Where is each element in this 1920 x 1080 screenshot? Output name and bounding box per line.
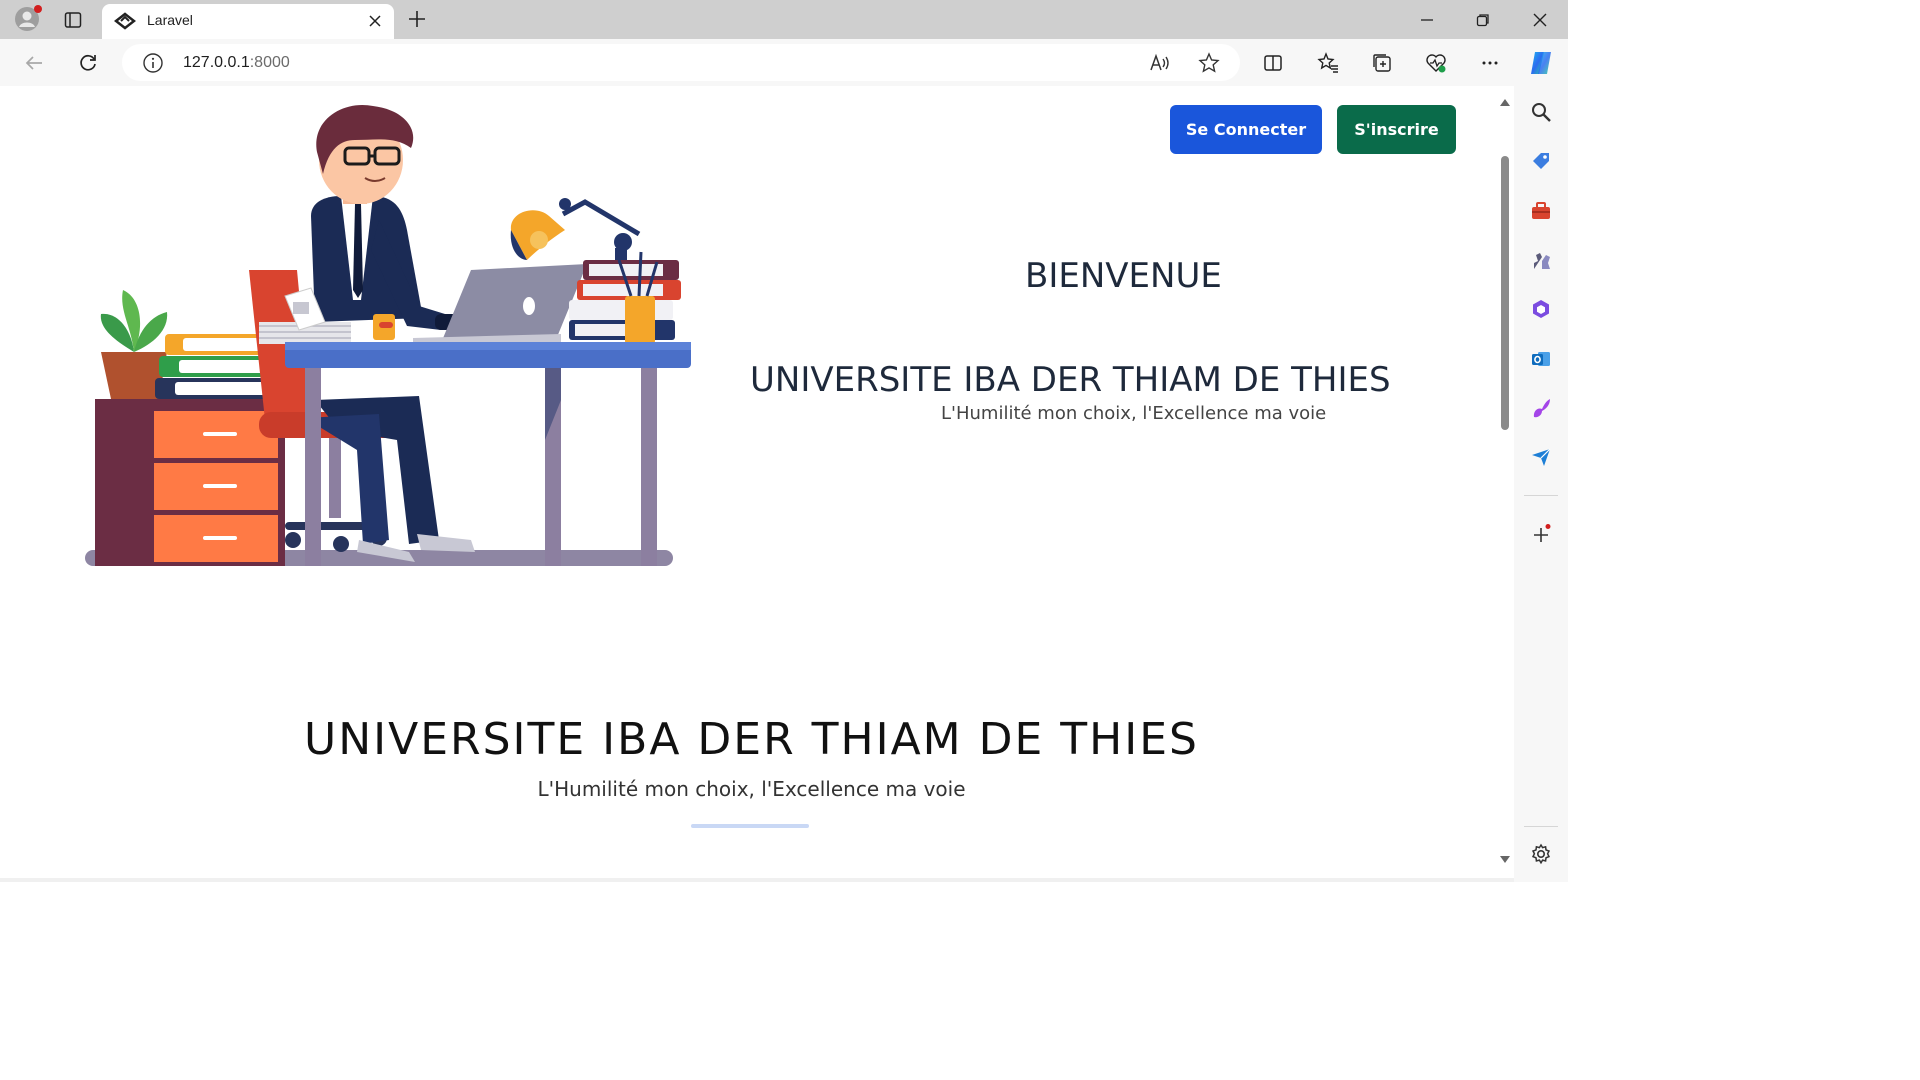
sidebar-separator <box>1524 495 1558 496</box>
url-text[interactable]: 127.0.0.1:8000 <box>183 54 290 72</box>
add-icon[interactable] <box>1528 522 1554 548</box>
minimize-icon[interactable] <box>1399 0 1455 39</box>
split-screen-icon[interactable] <box>1257 47 1289 79</box>
university-title: UNIVERSITE IBA DER THIAM DE THIES <box>750 360 1391 400</box>
games-icon[interactable] <box>1528 247 1554 273</box>
section-motto: L'Humilité mon choix, l'Excellence ma vo… <box>537 777 966 801</box>
url-port: :8000 <box>249 54 290 71</box>
read-aloud-icon[interactable] <box>1147 50 1173 76</box>
favorites-icon[interactable] <box>1312 47 1344 79</box>
info-icon[interactable] <box>142 52 164 74</box>
url-host: 127.0.0.1 <box>183 54 250 71</box>
favorite-star-icon[interactable] <box>1196 50 1222 76</box>
refresh-icon[interactable] <box>72 47 104 79</box>
browser-essentials-icon[interactable] <box>1420 47 1452 79</box>
microsoft-365-icon[interactable] <box>1528 296 1554 322</box>
scroll-down-arrow-icon[interactable] <box>1499 852 1511 870</box>
close-window-icon[interactable] <box>1512 0 1568 39</box>
settings-icon[interactable] <box>1528 841 1554 867</box>
copilot-icon[interactable] <box>1525 47 1557 79</box>
close-tab-icon[interactable] <box>364 10 386 32</box>
tab-title: Laravel <box>147 12 193 28</box>
search-icon[interactable] <box>1528 99 1554 125</box>
office-worker-illustration <box>85 104 691 566</box>
vertical-scrollbar[interactable] <box>1498 86 1512 878</box>
sidebar-separator-bottom <box>1524 826 1558 827</box>
page-content: Se Connecter S'inscrire BIENVENUE UNIVER… <box>5 86 1498 878</box>
tab-actions-icon[interactable] <box>60 7 86 33</box>
active-tab[interactable]: Laravel <box>102 4 394 39</box>
signup-button[interactable]: S'inscrire <box>1337 105 1456 154</box>
browser-toolbar: 127.0.0.1:8000 <box>0 39 1568 86</box>
tools-icon[interactable] <box>1528 198 1554 224</box>
welcome-heading: BIENVENUE <box>1025 256 1222 296</box>
edge-sidebar <box>1514 86 1568 882</box>
address-bar[interactable]: 127.0.0.1:8000 <box>122 44 1240 81</box>
new-tab-icon[interactable] <box>404 6 430 32</box>
back-icon[interactable] <box>18 47 50 79</box>
notification-dot <box>34 5 42 13</box>
tab-strip: Laravel <box>0 0 1568 39</box>
login-button[interactable]: Se Connecter <box>1170 105 1322 154</box>
designer-icon[interactable] <box>1528 395 1554 421</box>
collections-icon[interactable] <box>1366 47 1398 79</box>
outlook-icon[interactable] <box>1528 346 1554 372</box>
restore-icon[interactable] <box>1455 0 1511 39</box>
more-icon[interactable] <box>1474 47 1506 79</box>
scrollbar-thumb[interactable] <box>1501 156 1509 430</box>
send-icon[interactable] <box>1528 444 1554 470</box>
scroll-up-arrow-icon[interactable] <box>1499 94 1511 112</box>
window-bottom-edge <box>0 878 1514 882</box>
shopping-tag-icon[interactable] <box>1528 148 1554 174</box>
section-title: UNIVERSITE IBA DER THIAM DE THIES <box>304 714 1199 765</box>
profile-avatar-icon[interactable] <box>14 5 42 32</box>
university-motto: L'Humilité mon choix, l'Excellence ma vo… <box>941 403 1327 424</box>
laravel-favicon-icon <box>113 11 137 31</box>
section-divider <box>691 824 809 828</box>
